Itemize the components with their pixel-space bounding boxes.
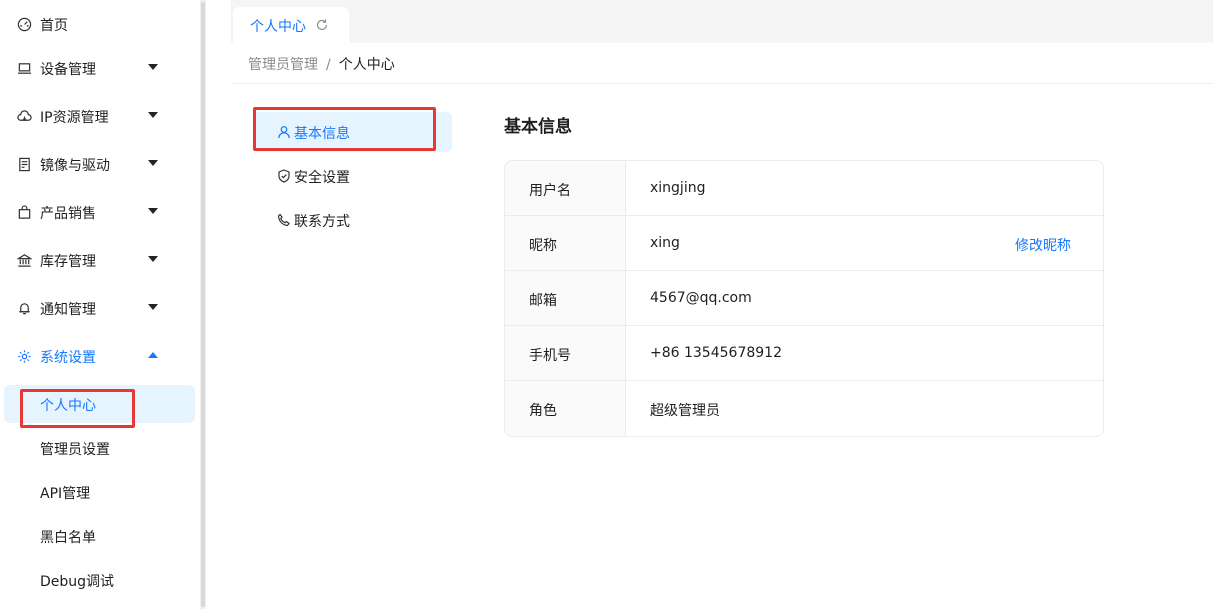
edit-nickname-link[interactable]: 修改昵称 <box>1015 235 1071 255</box>
chevron-down-icon <box>148 208 158 214</box>
laptop-icon <box>16 60 32 76</box>
info-key: 角色 <box>529 403 557 419</box>
info-key-cell: 手机号 <box>505 326 626 380</box>
sidebar-item-label: 系统设置 <box>40 350 96 366</box>
bank-icon <box>16 252 32 268</box>
sidebar-item-label: IP资源管理 <box>40 110 109 126</box>
info-row-username: 用户名 xingjing <box>505 161 1103 216</box>
profile-menu-label: 联系方式 <box>294 214 350 230</box>
info-key-cell: 昵称 <box>505 216 626 270</box>
info-row-role: 角色 超级管理员 <box>505 381 1103 436</box>
shield-icon <box>277 169 291 183</box>
sidebar-item-label: 库存管理 <box>40 254 96 270</box>
sidebar: 首页 设备管理 IP资源管理 镜像与驱动 产品销售 库存管理 通知管理 系统设置… <box>0 0 199 609</box>
chevron-down-icon <box>148 304 158 310</box>
shopping-bag-icon <box>16 204 32 220</box>
sidebar-item-label: 产品销售 <box>40 206 96 222</box>
basic-info-table: 用户名 xingjing 昵称 xing 修改昵称 邮箱 4567@qq.com… <box>504 160 1104 437</box>
sidebar-item-system-settings[interactable]: 系统设置 <box>0 336 199 376</box>
breadcrumb-current: 个人中心 <box>338 57 395 73</box>
tab-personal-center[interactable]: 个人中心 <box>233 7 349 43</box>
sidebar-subitem-black-white-list[interactable]: 黑白名单 <box>0 516 199 556</box>
sidebar-subitem-label: Debug调试 <box>40 574 115 590</box>
sidebar-item-ip-resources[interactable]: IP资源管理 <box>0 96 199 136</box>
selected-highlight <box>4 385 195 423</box>
sidebar-item-inventory[interactable]: 库存管理 <box>0 240 199 280</box>
chevron-up-icon <box>148 352 158 358</box>
reload-icon[interactable] <box>315 18 329 32</box>
profile-menu-label: 基本信息 <box>294 126 350 142</box>
breadcrumb-parent[interactable]: 管理员管理 <box>248 57 318 73</box>
sidebar-item-label: 镜像与驱动 <box>40 158 110 174</box>
phone-icon <box>277 213 291 227</box>
sidebar-item-home[interactable]: 首页 <box>0 4 199 44</box>
sidebar-item-label: 通知管理 <box>40 302 96 318</box>
info-row-email: 邮箱 4567@qq.com <box>505 271 1103 326</box>
scrollbar-thumb[interactable] <box>201 2 205 607</box>
info-value: xingjing <box>650 180 706 196</box>
info-key: 手机号 <box>529 348 571 364</box>
sidebar-subitem-label: 黑白名单 <box>40 530 96 546</box>
sidebar-scrollbar[interactable] <box>200 0 206 609</box>
info-key-cell: 邮箱 <box>505 271 626 325</box>
sidebar-subitem-admin-settings[interactable]: 管理员设置 <box>0 428 199 468</box>
breadcrumb-separator: / <box>326 57 331 73</box>
file-image-icon <box>16 156 32 172</box>
profile-menu-label: 安全设置 <box>294 170 350 186</box>
sidebar-item-label: 首页 <box>40 18 68 34</box>
profile-menu-contact[interactable]: 联系方式 <box>253 200 452 240</box>
info-value: xing <box>650 235 680 251</box>
info-key: 邮箱 <box>529 293 557 309</box>
content-panel: 管理员管理 / 个人中心 基本信息 安全设置 联系方式 基本信息 用户名 xin… <box>231 43 1213 609</box>
info-key: 用户名 <box>529 183 571 199</box>
sidebar-subitem-debug[interactable]: Debug调试 <box>0 560 199 600</box>
info-key-cell: 用户名 <box>505 161 626 215</box>
sidebar-subitem-api-management[interactable]: API管理 <box>0 472 199 512</box>
sidebar-subitem-personal-center[interactable]: 个人中心 <box>0 384 199 424</box>
info-row-phone: 手机号 +86 13545678912 <box>505 326 1103 381</box>
bell-icon <box>16 300 32 316</box>
chevron-down-icon <box>148 256 158 262</box>
section-title: 基本信息 <box>504 117 572 137</box>
sidebar-item-notifications[interactable]: 通知管理 <box>0 288 199 328</box>
divider <box>231 83 1213 84</box>
cloud-icon <box>16 108 32 124</box>
sidebar-subitem-label: 个人中心 <box>40 398 96 414</box>
info-key: 昵称 <box>529 238 557 254</box>
info-value: +86 13545678912 <box>650 345 782 361</box>
chevron-down-icon <box>148 64 158 70</box>
breadcrumb: 管理员管理 / 个人中心 <box>248 54 395 74</box>
info-value: 4567@qq.com <box>650 290 752 306</box>
sidebar-item-images-drivers[interactable]: 镜像与驱动 <box>0 144 199 184</box>
profile-menu-basic-info[interactable]: 基本信息 <box>253 112 452 152</box>
sidebar-subitem-label: API管理 <box>40 486 91 502</box>
sidebar-item-devices[interactable]: 设备管理 <box>0 48 199 88</box>
info-key-cell: 角色 <box>505 381 626 436</box>
tab-label: 个人中心 <box>250 19 306 35</box>
tab-bar: 个人中心 <box>231 0 1213 43</box>
chevron-down-icon <box>148 160 158 166</box>
sidebar-item-product-sales[interactable]: 产品销售 <box>0 192 199 232</box>
profile-menu-security[interactable]: 安全设置 <box>253 156 452 196</box>
user-icon <box>277 125 291 139</box>
chevron-down-icon <box>148 112 158 118</box>
info-row-nickname: 昵称 xing 修改昵称 <box>505 216 1103 271</box>
sidebar-subitem-label: 管理员设置 <box>40 442 110 458</box>
gear-icon <box>16 348 32 364</box>
info-value: 超级管理员 <box>650 403 720 419</box>
sidebar-item-label: 设备管理 <box>40 62 96 78</box>
main-area: 个人中心 管理员管理 / 个人中心 基本信息 安全设置 联系方式 基本信息 用户… <box>231 0 1213 609</box>
dashboard-icon <box>16 16 32 32</box>
